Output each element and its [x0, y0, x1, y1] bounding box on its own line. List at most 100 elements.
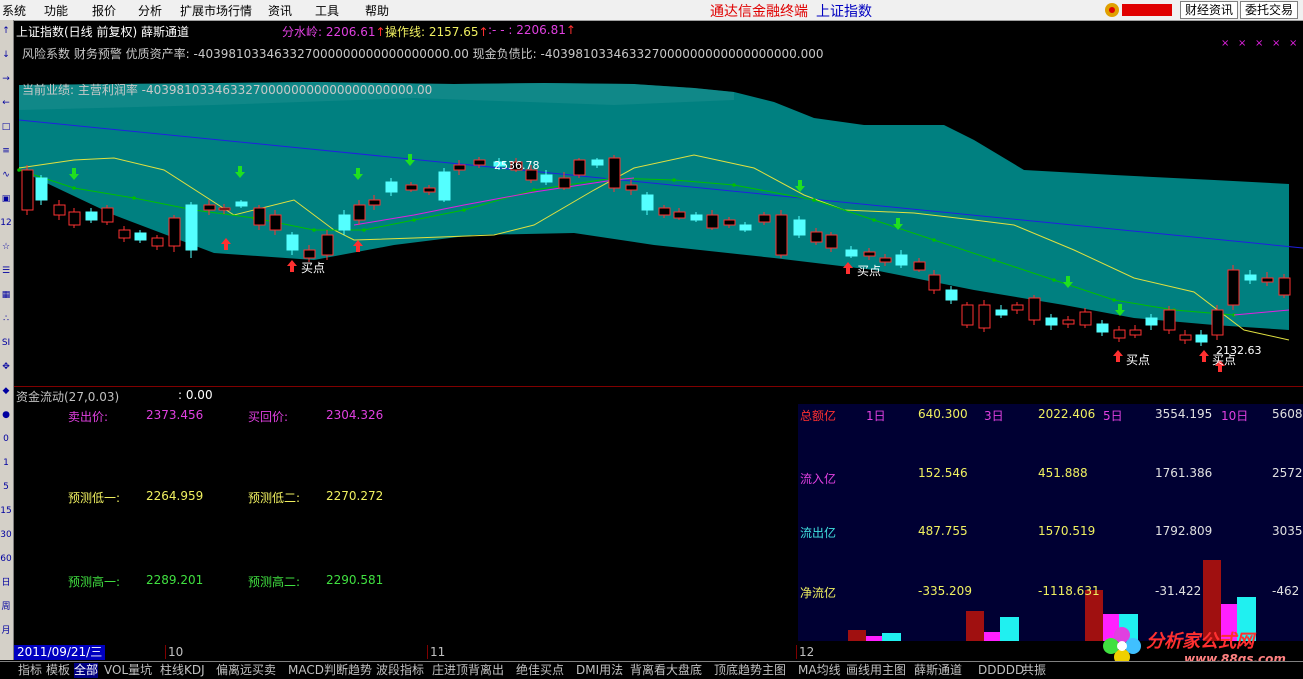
menu-news[interactable]: 资讯 — [268, 2, 292, 19]
toolbar-button-23[interactable]: 日 — [0, 576, 12, 590]
toolbar-button-17[interactable]: 0 — [0, 432, 12, 446]
forecast-low2-label: 预测低二: — [248, 491, 301, 505]
stat-total-1d: 640.300 — [918, 407, 968, 421]
candle-body-5 — [101, 207, 114, 223]
candle-body-66 — [1129, 329, 1142, 336]
stat-net-3d: -1118.631 — [1038, 584, 1100, 598]
kline-chart[interactable]: × × × × × — [14, 20, 1303, 386]
forecast-high2-label: 预测高二: — [248, 575, 301, 589]
toolbar-button-19[interactable]: 5 — [0, 480, 12, 494]
fsl-label: 分水岭: 2206.61↑ — [282, 23, 386, 40]
trade-button[interactable]: 委托交易 — [1240, 1, 1299, 19]
candle-body-52 — [895, 254, 908, 266]
toolbar-button-8[interactable]: 12 — [0, 216, 12, 230]
third-value: : 2206.81 — [508, 23, 566, 37]
toolbar-button-14[interactable]: ✥ — [0, 360, 12, 374]
indicator-tab-3[interactable]: VOL量坑 — [104, 663, 152, 678]
indicator-tab-10[interactable]: DMI用法 — [576, 663, 623, 678]
stat-period-10d: 10日 — [1221, 409, 1249, 423]
buy-arrow-icon-1 — [287, 260, 297, 272]
high-price-label: 2536.78 — [494, 159, 540, 172]
candle-body-53 — [913, 261, 926, 271]
date-axis: 2011/09/21/三 10 11 12 — [14, 645, 1114, 660]
toolbar-button-7[interactable]: ▣ — [0, 192, 12, 206]
indicator-tab-0[interactable]: 指标 — [18, 663, 42, 678]
candle-body-34 — [591, 159, 604, 166]
toolbar-button-18[interactable]: 1 — [0, 456, 12, 470]
toolbar-button-5[interactable]: ≡ — [0, 144, 12, 158]
candle-body-35 — [608, 157, 621, 189]
indicator-tab-15[interactable]: 薛斯通道 — [914, 663, 962, 678]
toolbar-button-4[interactable]: □ — [0, 120, 12, 134]
toolbar-button-15[interactable]: ◆ — [0, 384, 12, 398]
toolbar-button-21[interactable]: 30 — [0, 528, 12, 542]
green-ma-dot-15 — [932, 238, 936, 242]
toolbar-button-12[interactable]: ∴ — [0, 312, 12, 326]
toolbar-button-3[interactable]: ← — [0, 96, 12, 110]
indicator-tab-2[interactable]: 全部 — [74, 663, 99, 678]
candle-body-0 — [21, 169, 34, 211]
indicator-tab-8[interactable]: 庄进顶背离出 — [432, 663, 504, 678]
menu-ext-market[interactable]: 扩展市场行情 — [180, 2, 252, 19]
candle-body-11 — [203, 204, 216, 211]
candle-body-6 — [118, 229, 131, 239]
stat-inflow-1d: 152.546 — [918, 466, 968, 480]
candle-body-60 — [1028, 297, 1041, 321]
candle-body-57 — [978, 304, 991, 329]
indicator-tab-7[interactable]: 波段指标 — [376, 663, 424, 678]
candle-body-68 — [1163, 309, 1176, 331]
toolbar-button-22[interactable]: 60 — [0, 552, 12, 566]
toolbar-button-16[interactable]: ● — [0, 408, 12, 422]
candle-body-48 — [825, 234, 838, 249]
sell-price-label: 卖出价: — [68, 410, 109, 424]
czx-label: 操作线: 2157.65↑ — [385, 23, 489, 40]
risk-line: 风险系数 财务预警 优质资产率: -4039810334633270000000… — [22, 47, 824, 61]
czx-value: 2157.65 — [428, 25, 479, 39]
candle-body-47 — [810, 231, 823, 243]
toolbar-button-20[interactable]: 15 — [0, 504, 12, 518]
toolbar-button-0[interactable]: ↑ — [0, 24, 12, 38]
indicator-tab-16[interactable]: DDDDD — [978, 663, 1024, 678]
toolbar-button-6[interactable]: ∿ — [0, 168, 12, 182]
indicator-tab-14[interactable]: 画线用主图 — [846, 663, 906, 678]
indicator-tab-12[interactable]: 顶底趋势主图 — [714, 663, 786, 678]
menu-function[interactable]: 功能 — [44, 2, 68, 19]
candle-body-55 — [945, 289, 958, 301]
finance-news-button[interactable]: 财经资讯 — [1180, 1, 1239, 19]
candle-body-33 — [573, 159, 586, 176]
candle-body-61 — [1045, 317, 1058, 326]
indicator-tab-1[interactable]: 模板 — [46, 663, 70, 678]
indicator-tab-13[interactable]: MA均线 — [798, 663, 841, 678]
toolbar-button-24[interactable]: 周 — [0, 600, 12, 614]
stat-total-10d: 5608 — [1272, 407, 1303, 421]
toolbar-button-11[interactable]: ▦ — [0, 288, 12, 302]
toolbar-button-2[interactable]: → — [0, 72, 12, 86]
candle-body-14 — [253, 207, 266, 226]
toolbar-button-9[interactable]: ☆ — [0, 240, 12, 254]
menu-quote[interactable]: 报价 — [92, 2, 116, 19]
indicator-tab-17[interactable]: 共振 — [1022, 663, 1046, 678]
candle-body-37 — [641, 194, 654, 211]
candle-body-58 — [995, 309, 1008, 316]
toolbar-button-1[interactable]: ↓ — [0, 48, 12, 62]
candle-body-40 — [690, 214, 703, 221]
menu-help[interactable]: 帮助 — [365, 2, 389, 19]
window-title: 通达信金融终端 上证指数 — [710, 1, 872, 21]
indicator-tab-6[interactable]: MACD判断趋势 — [288, 663, 372, 678]
candle-body-7 — [134, 232, 147, 241]
menu-tools[interactable]: 工具 — [315, 2, 339, 19]
indicator-tab-4[interactable]: 柱线KDJ — [160, 663, 205, 678]
candle-body-27 — [473, 159, 486, 166]
indicator-tab-11[interactable]: 背离看大盘底 — [630, 663, 702, 678]
indicator-tab-9[interactable]: 绝佳买点 — [516, 663, 564, 678]
toolbar-button-13[interactable]: SI — [0, 336, 12, 350]
candle-body-32 — [558, 177, 571, 189]
candle-body-63 — [1079, 311, 1092, 326]
menu-system[interactable]: 系统 — [2, 2, 26, 19]
menu-analysis[interactable]: 分析 — [138, 2, 162, 19]
toolbar-button-25[interactable]: 月 — [0, 624, 12, 638]
toolbar-button-10[interactable]: ☰ — [0, 264, 12, 278]
indicator-tab-5[interactable]: 偏离远买卖 — [216, 663, 276, 678]
stat-net-10d: -462 — [1272, 584, 1300, 598]
flower-logo-icon — [1103, 627, 1141, 665]
